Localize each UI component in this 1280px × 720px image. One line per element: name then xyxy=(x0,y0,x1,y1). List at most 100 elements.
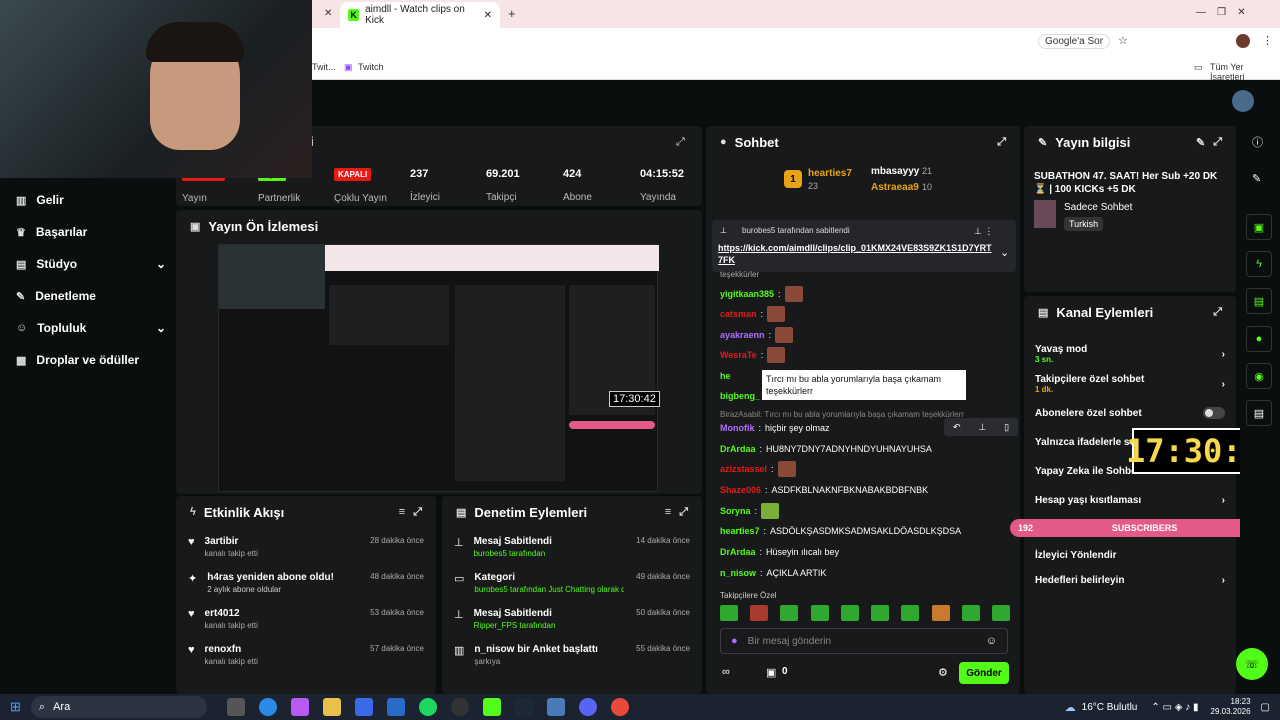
chat-username[interactable]: DrArdaa xyxy=(720,547,756,557)
kick-icon[interactable] xyxy=(482,698,501,716)
chat-username[interactable]: bigbeng_ xyxy=(720,391,760,401)
sidebar-item-denetleme[interactable]: ✎ Denetleme xyxy=(16,286,166,306)
notification-icon[interactable]: ▢ xyxy=(1261,702,1270,713)
popout-icon[interactable]: ⤢ xyxy=(1213,136,1222,149)
bookmark-twitch[interactable]: Twitch xyxy=(358,62,384,72)
emoji-icon[interactable]: ☺ xyxy=(986,635,997,647)
store-icon[interactable] xyxy=(354,698,373,716)
infinity-icon[interactable]: ∞ xyxy=(722,666,730,678)
gift-icon[interactable]: ▣ xyxy=(766,666,776,679)
mail-icon[interactable] xyxy=(386,698,405,716)
emote[interactable] xyxy=(931,605,950,621)
copilot-icon[interactable] xyxy=(290,698,309,716)
sidebar-item-basarilar[interactable]: ♛ Başarılar xyxy=(16,222,166,242)
windows-icon[interactable]: ⊞ xyxy=(10,699,21,715)
user-avatar[interactable] xyxy=(1232,90,1254,112)
star-icon[interactable]: ☆ xyxy=(1118,34,1128,47)
stream-preview-video[interactable]: 17:30:42 xyxy=(218,244,660,492)
gear-icon[interactable]: ⚙ xyxy=(938,666,948,679)
chat-username[interactable]: Monofik xyxy=(720,423,755,433)
chat-input[interactable]: ● Bir mesaj gönderin ☺ xyxy=(720,628,1008,654)
all-bookmarks[interactable]: Tüm Yer İşaretleri xyxy=(1210,62,1280,82)
filter-icon[interactable]: ≡ xyxy=(665,506,671,518)
chat-username[interactable]: catsman xyxy=(720,309,757,319)
file-explorer-icon[interactable] xyxy=(322,698,341,716)
emote[interactable] xyxy=(750,605,769,621)
taskbar-search[interactable]: ⌕ Ara xyxy=(30,696,207,718)
action-redirect[interactable]: İzleyici Yönlendir xyxy=(1025,550,1235,561)
clock[interactable]: 18:23 29.03.2026 xyxy=(1211,697,1251,717)
chat-username[interactable]: ayakraenn xyxy=(720,330,765,340)
menu-icon[interactable]: ⋮ xyxy=(1262,34,1273,47)
action-goals[interactable]: Hedefleri belirleyin › xyxy=(1025,575,1235,586)
emote[interactable] xyxy=(720,605,738,621)
chat-username[interactable]: yigitkaan385 xyxy=(720,289,774,299)
popout-icon[interactable]: ⤢ xyxy=(679,506,688,519)
discord-icon[interactable] xyxy=(578,698,597,716)
emote[interactable] xyxy=(961,605,980,621)
chat-username[interactable]: Shaze006 xyxy=(720,485,761,495)
edge-icon[interactable] xyxy=(258,698,277,716)
emote[interactable] xyxy=(871,605,890,621)
steam-icon[interactable] xyxy=(514,698,533,716)
lightning-icon[interactable]: ϟ xyxy=(1246,251,1272,277)
chat-username[interactable]: DrArdaa xyxy=(720,444,756,454)
popout-icon[interactable]: ⤢ xyxy=(997,136,1006,149)
profile-avatar[interactable] xyxy=(1236,34,1250,48)
task-view-icon[interactable] xyxy=(226,698,245,716)
close-tab-icon[interactable]: ✕ xyxy=(324,8,332,19)
emote[interactable] xyxy=(810,605,829,621)
pin-icon: ⊥ xyxy=(454,537,464,549)
new-tab-icon[interactable]: + xyxy=(508,6,516,21)
clip-icon[interactable]: ▣ xyxy=(1246,214,1272,240)
action-slow-mode[interactable]: Yavaş mod 3 sn. › xyxy=(1025,344,1235,364)
sidebar-item-studyo[interactable]: ▤ Stüdyo ⌄ xyxy=(16,254,166,274)
action-subs-only[interactable]: Abonelere özel sohbet xyxy=(1025,407,1235,419)
emote[interactable] xyxy=(840,605,859,621)
pinned-link[interactable]: https://kick.com/aimdll/clips/clip_01KMX… xyxy=(718,242,994,266)
document-icon[interactable]: ▤ xyxy=(1246,288,1272,314)
toggle-switch[interactable] xyxy=(1203,407,1225,419)
reply-icon[interactable]: ↶ xyxy=(953,422,961,433)
browser-tab[interactable]: K aimdll - Watch clips on Kick ✕ xyxy=(340,2,500,28)
chat-username[interactable]: azizstassel xyxy=(720,464,767,474)
chrome-icon[interactable] xyxy=(610,698,629,716)
close-tab-icon[interactable]: ✕ xyxy=(484,10,492,21)
filter-icon[interactable]: ≡ xyxy=(399,506,405,518)
chevron-down-icon[interactable]: ⌄ xyxy=(1000,246,1009,259)
window-controls[interactable]: — ❐ ✕ xyxy=(1196,7,1246,18)
chat-username[interactable]: n_nisow xyxy=(720,568,756,578)
unpin-icon[interactable]: ⊥ ⋮ xyxy=(974,226,993,237)
google-ask-button[interactable]: Google'a Sor xyxy=(1038,34,1111,49)
emote[interactable] xyxy=(991,605,1010,621)
edit-icon[interactable]: ✎ xyxy=(1196,136,1205,149)
sidebar-item-topluluk[interactable]: ☺ Topluluk ⌄ xyxy=(16,318,166,338)
chat-username[interactable]: WesraTe xyxy=(720,350,757,360)
trash-icon[interactable]: ▯ xyxy=(1004,422,1009,433)
support-icon[interactable]: ☏ xyxy=(1236,648,1268,680)
edit-icon[interactable]: ✎ xyxy=(1252,172,1261,185)
chat-icon[interactable]: ● xyxy=(1246,326,1272,352)
chat-username[interactable]: Soryna xyxy=(720,506,751,516)
app-icon[interactable] xyxy=(450,698,469,716)
action-account-age[interactable]: Hesap yaşı kısıtlaması › xyxy=(1025,495,1235,506)
info-icon[interactable]: ⓘ xyxy=(1252,134,1263,150)
spotify-icon[interactable] xyxy=(418,698,437,716)
actions-icon[interactable]: ▤ xyxy=(1246,400,1272,426)
popout-icon[interactable]: ⤢ xyxy=(676,136,685,149)
popout-icon[interactable]: ⤢ xyxy=(1213,306,1222,319)
chat-username[interactable]: he xyxy=(720,371,731,381)
emote[interactable] xyxy=(901,605,920,621)
broadcast-icon[interactable]: ◉ xyxy=(1246,363,1272,389)
system-tray-icons[interactable]: ⌃ ▭ ◈ ♪ ▮ xyxy=(1151,702,1198,713)
send-button[interactable]: Gönder xyxy=(959,662,1009,684)
sidebar-item-gelir[interactable]: ▥ Gelir xyxy=(16,190,166,210)
chat-username[interactable]: hearties7 xyxy=(720,526,760,536)
emote[interactable] xyxy=(780,605,799,621)
sidebar-item-droplar[interactable]: ▩ Droplar ve ödüller xyxy=(16,350,166,370)
app-icon[interactable] xyxy=(546,698,565,716)
bookmark-twitter[interactable]: Twit... xyxy=(312,62,336,72)
pin-icon[interactable]: ⊥ xyxy=(978,422,986,433)
action-followers-only[interactable]: Takipçilere özel sohbet 1 dk. › xyxy=(1025,374,1235,394)
popout-icon[interactable]: ⤢ xyxy=(413,506,422,519)
